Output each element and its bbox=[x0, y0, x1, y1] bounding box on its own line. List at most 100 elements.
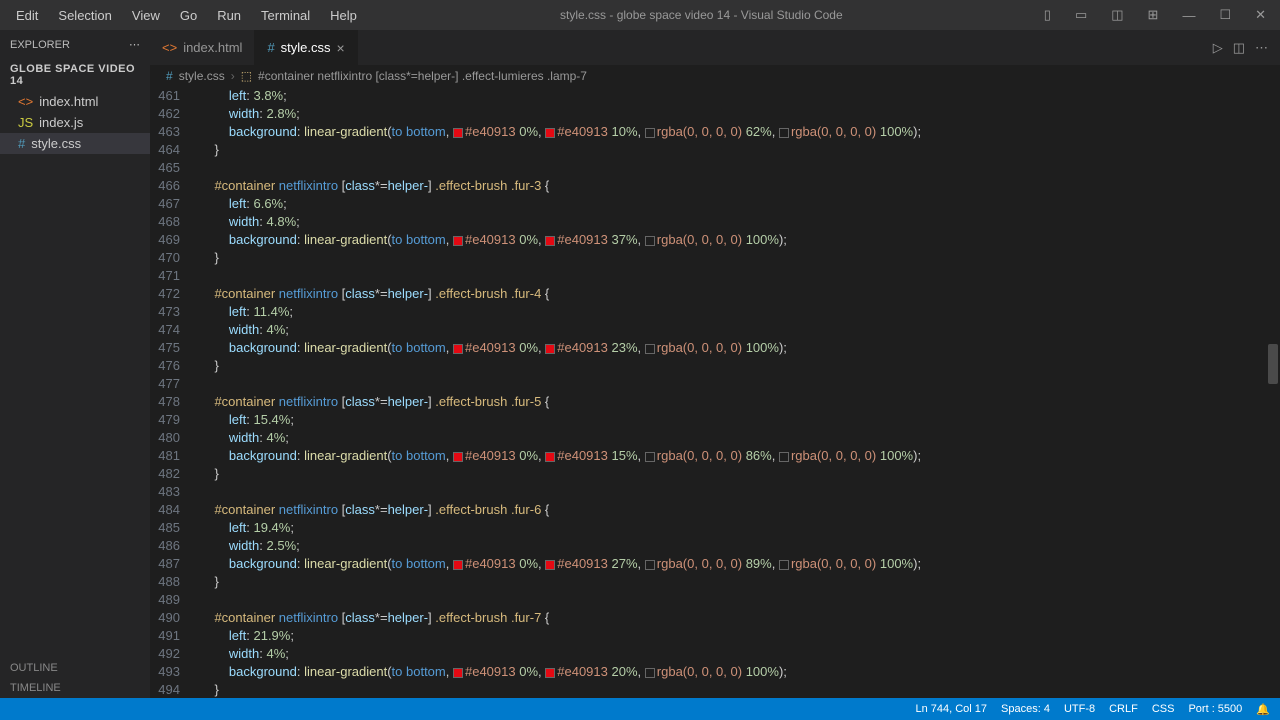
color-swatch[interactable] bbox=[453, 452, 463, 462]
color-swatch[interactable] bbox=[453, 560, 463, 570]
code-line[interactable]: 477 bbox=[150, 375, 1280, 393]
menu-go[interactable]: Go bbox=[172, 4, 205, 27]
line-number: 473 bbox=[150, 303, 200, 321]
code-line[interactable]: 488 } bbox=[150, 573, 1280, 591]
code-line[interactable]: 491 left: 21.9%; bbox=[150, 627, 1280, 645]
code-line[interactable]: 467 left: 6.6%; bbox=[150, 195, 1280, 213]
tab-style-css[interactable]: #style.css× bbox=[255, 30, 357, 65]
color-swatch[interactable] bbox=[645, 128, 655, 138]
color-swatch[interactable] bbox=[779, 560, 789, 570]
status-port[interactable]: Port : 5500 bbox=[1188, 703, 1242, 715]
menu-help[interactable]: Help bbox=[322, 4, 365, 27]
code-line[interactable]: 464 } bbox=[150, 141, 1280, 159]
status-encoding[interactable]: UTF-8 bbox=[1064, 703, 1095, 715]
code-line[interactable]: 468 width: 4.8%; bbox=[150, 213, 1280, 231]
code-line[interactable]: 474 width: 4%; bbox=[150, 321, 1280, 339]
code-line[interactable]: 494 } bbox=[150, 681, 1280, 698]
code-line[interactable]: 483 bbox=[150, 483, 1280, 501]
timeline-section[interactable]: TIMELINE bbox=[0, 678, 150, 698]
status-spaces[interactable]: Spaces: 4 bbox=[1001, 703, 1050, 715]
more-icon[interactable]: ⋯ bbox=[129, 38, 140, 51]
code-line[interactable]: 484 #container netflixintro [class*=help… bbox=[150, 501, 1280, 519]
scrollbar[interactable] bbox=[1266, 87, 1280, 698]
color-swatch[interactable] bbox=[545, 452, 555, 462]
scrollbar-thumb[interactable] bbox=[1268, 344, 1278, 384]
code-line[interactable]: 465 bbox=[150, 159, 1280, 177]
menu-edit[interactable]: Edit bbox=[8, 4, 46, 27]
code-line[interactable]: 469 background: linear-gradient(to botto… bbox=[150, 231, 1280, 249]
code-line[interactable]: 470 } bbox=[150, 249, 1280, 267]
maximize-icon[interactable]: ☐ bbox=[1213, 5, 1237, 25]
code-line[interactable]: 463 background: linear-gradient(to botto… bbox=[150, 123, 1280, 141]
line-number: 488 bbox=[150, 573, 200, 591]
color-swatch[interactable] bbox=[645, 560, 655, 570]
tab-index-html[interactable]: <>index.html bbox=[150, 30, 255, 65]
color-swatch[interactable] bbox=[545, 236, 555, 246]
code-line[interactable]: 480 width: 4%; bbox=[150, 429, 1280, 447]
color-swatch[interactable] bbox=[453, 344, 463, 354]
status-language[interactable]: CSS bbox=[1152, 703, 1175, 715]
color-swatch[interactable] bbox=[545, 128, 555, 138]
color-swatch[interactable] bbox=[779, 452, 789, 462]
code-line[interactable]: 482 } bbox=[150, 465, 1280, 483]
color-swatch[interactable] bbox=[645, 668, 655, 678]
code-line[interactable]: 489 bbox=[150, 591, 1280, 609]
menu-selection[interactable]: Selection bbox=[50, 4, 119, 27]
code-line[interactable]: 476 } bbox=[150, 357, 1280, 375]
minimize-icon[interactable]: — bbox=[1176, 6, 1201, 25]
code-line[interactable]: 473 left: 11.4%; bbox=[150, 303, 1280, 321]
layout-customize-icon[interactable]: ⊞ bbox=[1142, 5, 1165, 25]
color-swatch[interactable] bbox=[453, 128, 463, 138]
code-line[interactable]: 481 background: linear-gradient(to botto… bbox=[150, 447, 1280, 465]
code-line[interactable]: 486 width: 2.5%; bbox=[150, 537, 1280, 555]
layout-primary-icon[interactable]: ▯ bbox=[1038, 5, 1057, 25]
code-line[interactable]: 461 left: 3.8%; bbox=[150, 87, 1280, 105]
outline-section[interactable]: OUTLINE bbox=[0, 658, 150, 678]
file-index-html[interactable]: <>index.html bbox=[0, 91, 150, 112]
tab-close-icon[interactable]: × bbox=[337, 40, 345, 56]
code-line[interactable]: 493 background: linear-gradient(to botto… bbox=[150, 663, 1280, 681]
breadcrumb-selector[interactable]: #container netflixintro [class*=helper-]… bbox=[258, 69, 587, 83]
code-line[interactable]: 490 #container netflixintro [class*=help… bbox=[150, 609, 1280, 627]
layout-panel-icon[interactable]: ▭ bbox=[1069, 5, 1093, 25]
color-swatch[interactable] bbox=[645, 344, 655, 354]
color-swatch[interactable] bbox=[545, 344, 555, 354]
run-icon[interactable]: ▷ bbox=[1213, 40, 1223, 56]
close-icon[interactable]: ✕ bbox=[1249, 5, 1272, 25]
code-line[interactable]: 462 width: 2.8%; bbox=[150, 105, 1280, 123]
color-swatch[interactable] bbox=[645, 236, 655, 246]
color-swatch[interactable] bbox=[453, 668, 463, 678]
code-line[interactable]: 475 background: linear-gradient(to botto… bbox=[150, 339, 1280, 357]
color-swatch[interactable] bbox=[545, 668, 555, 678]
line-number: 463 bbox=[150, 123, 200, 141]
file-style-css[interactable]: #style.css bbox=[0, 133, 150, 154]
line-number: 487 bbox=[150, 555, 200, 573]
file-index-js[interactable]: JSindex.js bbox=[0, 112, 150, 133]
color-swatch[interactable] bbox=[545, 560, 555, 570]
code-line[interactable]: 485 left: 19.4%; bbox=[150, 519, 1280, 537]
status-eol[interactable]: CRLF bbox=[1109, 703, 1138, 715]
code-line[interactable]: 472 #container netflixintro [class*=help… bbox=[150, 285, 1280, 303]
breadcrumb-file[interactable]: style.css bbox=[179, 69, 225, 83]
menu-terminal[interactable]: Terminal bbox=[253, 4, 318, 27]
code-editor[interactable]: 461 left: 3.8%;462 width: 2.8%;463 backg… bbox=[150, 87, 1280, 698]
color-swatch[interactable] bbox=[453, 236, 463, 246]
split-icon[interactable]: ◫ bbox=[1233, 40, 1245, 56]
code-line[interactable]: 471 bbox=[150, 267, 1280, 285]
code-line[interactable]: 478 #container netflixintro [class*=help… bbox=[150, 393, 1280, 411]
code-line[interactable]: 492 width: 4%; bbox=[150, 645, 1280, 663]
color-swatch[interactable] bbox=[645, 452, 655, 462]
code-line[interactable]: 487 background: linear-gradient(to botto… bbox=[150, 555, 1280, 573]
menu-view[interactable]: View bbox=[124, 4, 168, 27]
breadcrumb[interactable]: # style.css › ⬚ #container netflixintro … bbox=[150, 65, 1280, 87]
code-line[interactable]: 479 left: 15.4%; bbox=[150, 411, 1280, 429]
color-swatch[interactable] bbox=[779, 128, 789, 138]
notifications-icon[interactable]: 🔔 bbox=[1256, 703, 1270, 716]
more-actions-icon[interactable]: ⋯ bbox=[1255, 40, 1268, 56]
line-number: 464 bbox=[150, 141, 200, 159]
menu-run[interactable]: Run bbox=[209, 4, 249, 27]
status-position[interactable]: Ln 744, Col 17 bbox=[915, 703, 987, 715]
layout-secondary-icon[interactable]: ◫ bbox=[1105, 5, 1129, 25]
code-line[interactable]: 466 #container netflixintro [class*=help… bbox=[150, 177, 1280, 195]
project-name[interactable]: GLOBE SPACE VIDEO 14 bbox=[0, 59, 150, 91]
